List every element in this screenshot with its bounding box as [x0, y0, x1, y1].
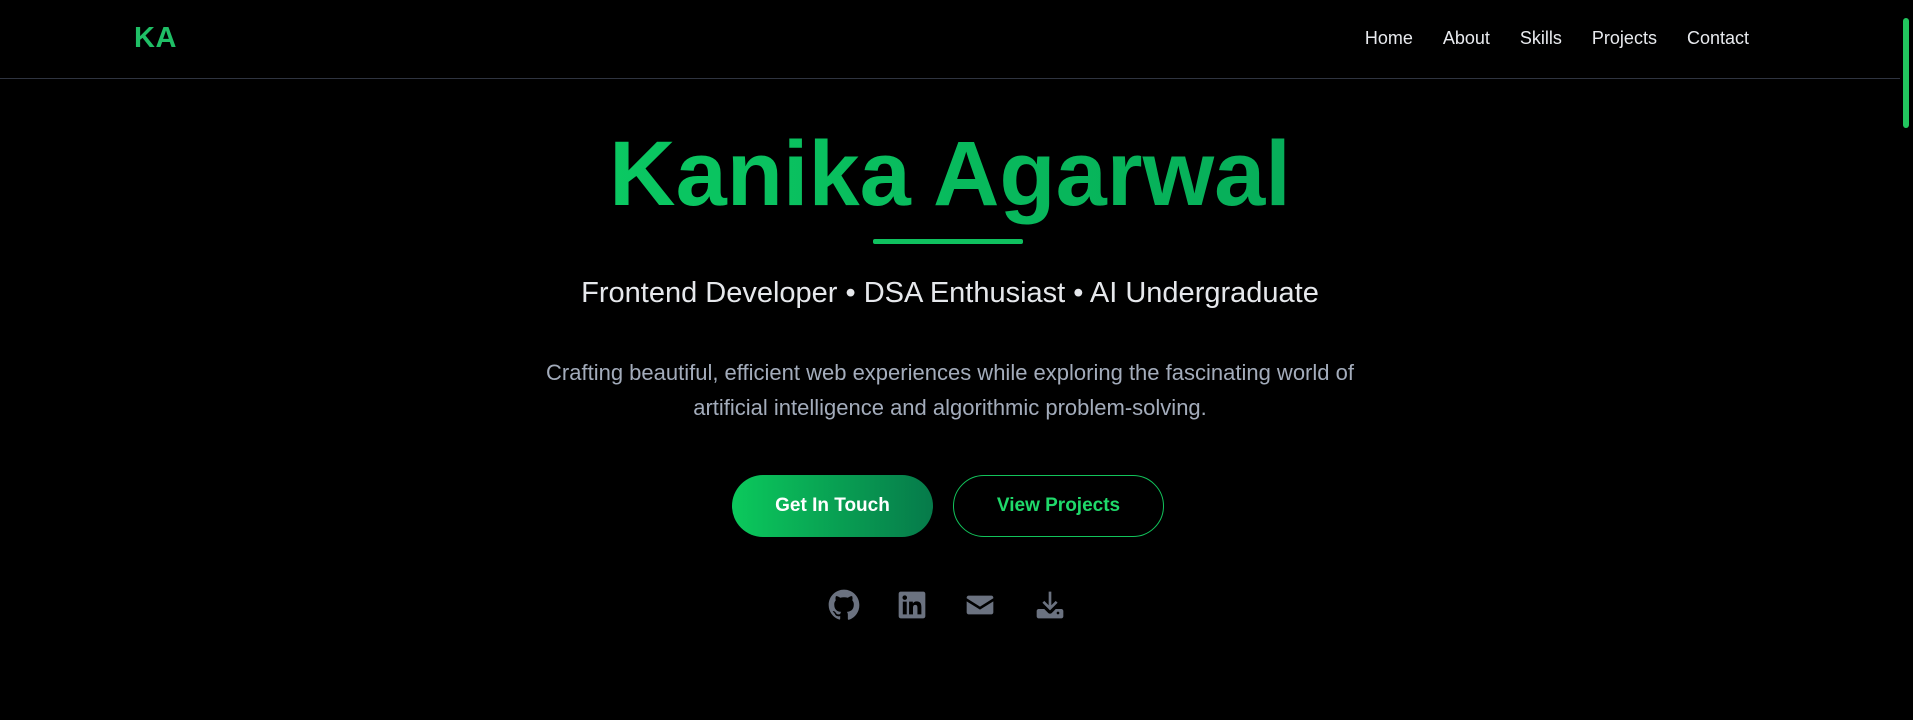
navbar: KA Home About Skills Projects Contact — [0, 0, 1900, 79]
view-projects-button[interactable]: View Projects — [953, 475, 1164, 537]
social-links — [828, 589, 1078, 625]
download-icon[interactable] — [1034, 589, 1066, 621]
logo[interactable]: KA — [134, 22, 177, 55]
nav-link-skills[interactable]: Skills — [1520, 28, 1562, 49]
scrollbar-track[interactable] — [1900, 0, 1913, 720]
get-in-touch-button[interactable]: Get In Touch — [732, 475, 933, 537]
scrollbar-thumb[interactable] — [1903, 18, 1909, 128]
hero-name: Kanika Agarwal — [0, 123, 1900, 225]
github-icon[interactable] — [828, 589, 860, 621]
hero-subtitle: Frontend Developer • DSA Enthusiast • AI… — [581, 277, 1319, 309]
linkedin-icon[interactable] — [896, 589, 928, 621]
nav-link-projects[interactable]: Projects — [1592, 28, 1657, 49]
nav-link-contact[interactable]: Contact — [1687, 28, 1749, 49]
name-underline — [873, 239, 1023, 244]
email-icon[interactable] — [964, 589, 996, 621]
nav-link-home[interactable]: Home — [1365, 28, 1413, 49]
nav-link-about[interactable]: About — [1443, 28, 1490, 49]
hero-description: Crafting beautiful, efficient web experi… — [546, 360, 1354, 420]
portfolio-page: KA Home About Skills Projects Contact Ka… — [0, 0, 1913, 720]
nav-links: Home About Skills Projects Contact — [1365, 28, 1749, 49]
